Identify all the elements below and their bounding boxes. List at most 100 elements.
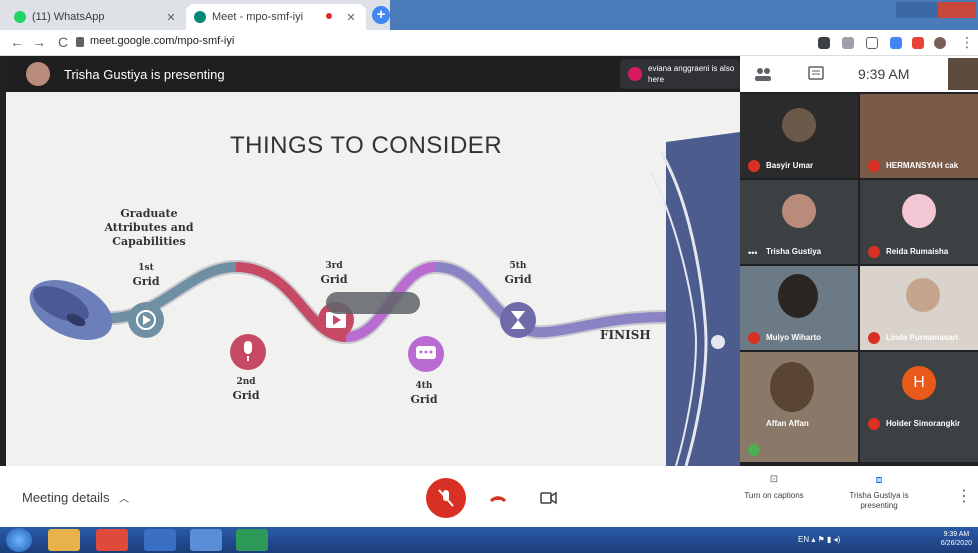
star-icon[interactable] bbox=[866, 37, 878, 49]
extension-icon[interactable] bbox=[890, 37, 902, 49]
window-titlebar bbox=[390, 0, 978, 30]
present-screen-icon: ⧈ bbox=[875, 474, 883, 486]
participant-name: Trisha Gustiya bbox=[766, 247, 822, 256]
avatar bbox=[782, 194, 816, 228]
camera-toggle-button[interactable] bbox=[528, 478, 568, 518]
recording-dot-icon bbox=[326, 13, 332, 19]
start-button[interactable] bbox=[6, 528, 32, 552]
presented-slide: THINGS TO CONSIDER Graduate Attributes a… bbox=[6, 92, 740, 466]
participant-tile[interactable]: Basyir Umar bbox=[740, 94, 858, 178]
participant-tile[interactable]: Reida Rumaisha bbox=[860, 180, 978, 264]
tab-whatsapp[interactable]: (11) WhatsApp ✕ bbox=[6, 4, 186, 30]
address-bar: ← → C meet.google.com/mpo-smf-iyi ⋮ bbox=[0, 30, 978, 56]
camera-icon[interactable] bbox=[818, 37, 830, 49]
participant-name: Affan Affan bbox=[766, 419, 809, 428]
phone-hangup-icon bbox=[490, 496, 506, 502]
avatar bbox=[782, 108, 816, 142]
self-view-thumbnail[interactable] bbox=[948, 58, 978, 90]
participant-tile[interactable]: HERMANSYAH cak bbox=[860, 94, 978, 178]
grid-4-label: 4th Grid bbox=[402, 380, 446, 406]
tab-meet[interactable]: Meet - mpo-smf-iyi ✕ bbox=[186, 4, 366, 30]
label-line: 2nd bbox=[236, 377, 256, 387]
hang-up-button[interactable] bbox=[478, 478, 518, 518]
back-button[interactable]: ← bbox=[8, 34, 26, 50]
label-line: Grid bbox=[132, 275, 160, 288]
new-tab-button[interactable]: + bbox=[372, 6, 390, 24]
excel-icon[interactable] bbox=[236, 529, 268, 551]
label-line: Grid bbox=[410, 393, 438, 406]
tab-title: Meet - mpo-smf-iyi bbox=[212, 11, 304, 23]
browser-tab-bar: (11) WhatsApp ✕ Meet - mpo-smf-iyi ✕ + bbox=[0, 0, 978, 30]
tray-time: 9:39 AM bbox=[943, 531, 970, 538]
participant-tile[interactable]: ••• Trisha Gustiya bbox=[740, 180, 858, 264]
participant-tile[interactable]: Linda Purnamasari bbox=[860, 266, 978, 350]
participant-grid: Basyir Umar HERMANSYAH cak ••• Trisha Gu… bbox=[740, 92, 978, 466]
label-line: 5th bbox=[509, 261, 527, 271]
chrome-icon[interactable] bbox=[96, 529, 128, 551]
captions-button[interactable]: ⊡ Turn on captions bbox=[734, 474, 814, 500]
participant-name: Linda Purnamasari bbox=[886, 333, 959, 342]
chevron-up-icon: ︿ bbox=[119, 494, 130, 505]
label-line: 3rd bbox=[325, 261, 343, 271]
participant-tile[interactable]: Affan Affan bbox=[740, 352, 858, 462]
extension-icon[interactable] bbox=[842, 37, 854, 49]
meeting-controls: Meeting details ︿ ⊡ Turn on captions ⧈ T… bbox=[0, 466, 978, 527]
more-options-icon[interactable]: ••• bbox=[748, 248, 757, 258]
tray-icons[interactable]: EN ▴ ⚑ ▮ ◂) bbox=[798, 535, 840, 544]
tray-clock[interactable]: 9:39 AM 6/26/2020 bbox=[941, 530, 972, 548]
mouse-icon bbox=[29, 279, 113, 341]
close-tab-icon[interactable]: ✕ bbox=[344, 11, 358, 24]
participant-name: HERMANSYAH cak bbox=[886, 161, 959, 170]
meeting-details-label: Meeting details bbox=[22, 490, 110, 505]
grid-1-label: 1st Grid bbox=[124, 262, 168, 288]
profile-avatar[interactable] bbox=[934, 37, 946, 49]
label-line: 1st bbox=[138, 263, 154, 273]
mic-off-icon bbox=[868, 332, 880, 344]
speaking-icon bbox=[748, 444, 760, 456]
mic-off-icon bbox=[748, 332, 760, 344]
mic-off-icon bbox=[868, 246, 880, 258]
more-options-icon[interactable]: ⋮ bbox=[956, 486, 972, 506]
participant-tile[interactable]: Mulyo Wiharto bbox=[740, 266, 858, 350]
window-close-button[interactable] bbox=[938, 2, 976, 18]
camera-icon bbox=[540, 491, 557, 505]
participant-name: Mulyo Wiharto bbox=[766, 333, 822, 342]
close-tab-icon[interactable]: ✕ bbox=[164, 11, 178, 24]
also-here-notice[interactable]: eviana anggraeni is also here bbox=[620, 59, 740, 89]
mic-off-icon bbox=[868, 160, 880, 172]
tab-title: (11) WhatsApp bbox=[32, 11, 105, 23]
avatar bbox=[770, 362, 814, 412]
avatar bbox=[26, 62, 50, 86]
finish-label: FINISH bbox=[600, 328, 651, 342]
file-explorer-icon[interactable] bbox=[48, 529, 80, 551]
mic-off-icon bbox=[438, 489, 454, 507]
app-icon[interactable] bbox=[190, 529, 222, 551]
meet-icon bbox=[194, 11, 206, 23]
graduate-label: Graduate Attributes and Capabilities bbox=[94, 207, 204, 249]
presenting-label: Trisha Gustiya is presenting bbox=[849, 491, 909, 510]
lock-icon bbox=[76, 37, 84, 47]
presenter-text: Trisha Gustiya is presenting bbox=[64, 67, 225, 82]
label-line: Grid bbox=[232, 389, 260, 402]
participant-name: Holder Simorangkir bbox=[886, 419, 961, 428]
menu-icon[interactable]: ⋮ bbox=[958, 34, 976, 51]
participant-tile[interactable]: H Holder Simorangkir bbox=[860, 352, 978, 462]
meeting-clock: 9:39 AM bbox=[858, 66, 910, 82]
app-icon[interactable] bbox=[144, 529, 176, 551]
windows-taskbar: EN ▴ ⚑ ▮ ◂) 9:39 AM 6/26/2020 bbox=[0, 527, 978, 553]
grid-2-label: 2nd Grid bbox=[224, 376, 268, 402]
meeting-details-button[interactable]: Meeting details ︿ bbox=[22, 490, 129, 505]
participant-name: Reida Rumaisha bbox=[886, 247, 949, 256]
present-button[interactable]: ⧈ Trisha Gustiya is presenting bbox=[844, 474, 914, 511]
slide-title: THINGS TO CONSIDER bbox=[230, 132, 503, 159]
presenter-bar: Trisha Gustiya is presenting eviana angg… bbox=[6, 56, 740, 92]
label-line: 4th bbox=[415, 381, 433, 391]
forward-button[interactable]: → bbox=[30, 34, 48, 50]
participant-name: Basyir Umar bbox=[766, 161, 814, 170]
extension-icon[interactable] bbox=[912, 37, 924, 49]
chat-icon[interactable] bbox=[808, 66, 824, 85]
mic-toggle-button[interactable] bbox=[426, 478, 466, 518]
people-icon[interactable] bbox=[754, 66, 772, 85]
reload-button[interactable]: C bbox=[54, 34, 72, 50]
url-input[interactable]: meet.google.com/mpo-smf-iyi bbox=[90, 35, 234, 47]
